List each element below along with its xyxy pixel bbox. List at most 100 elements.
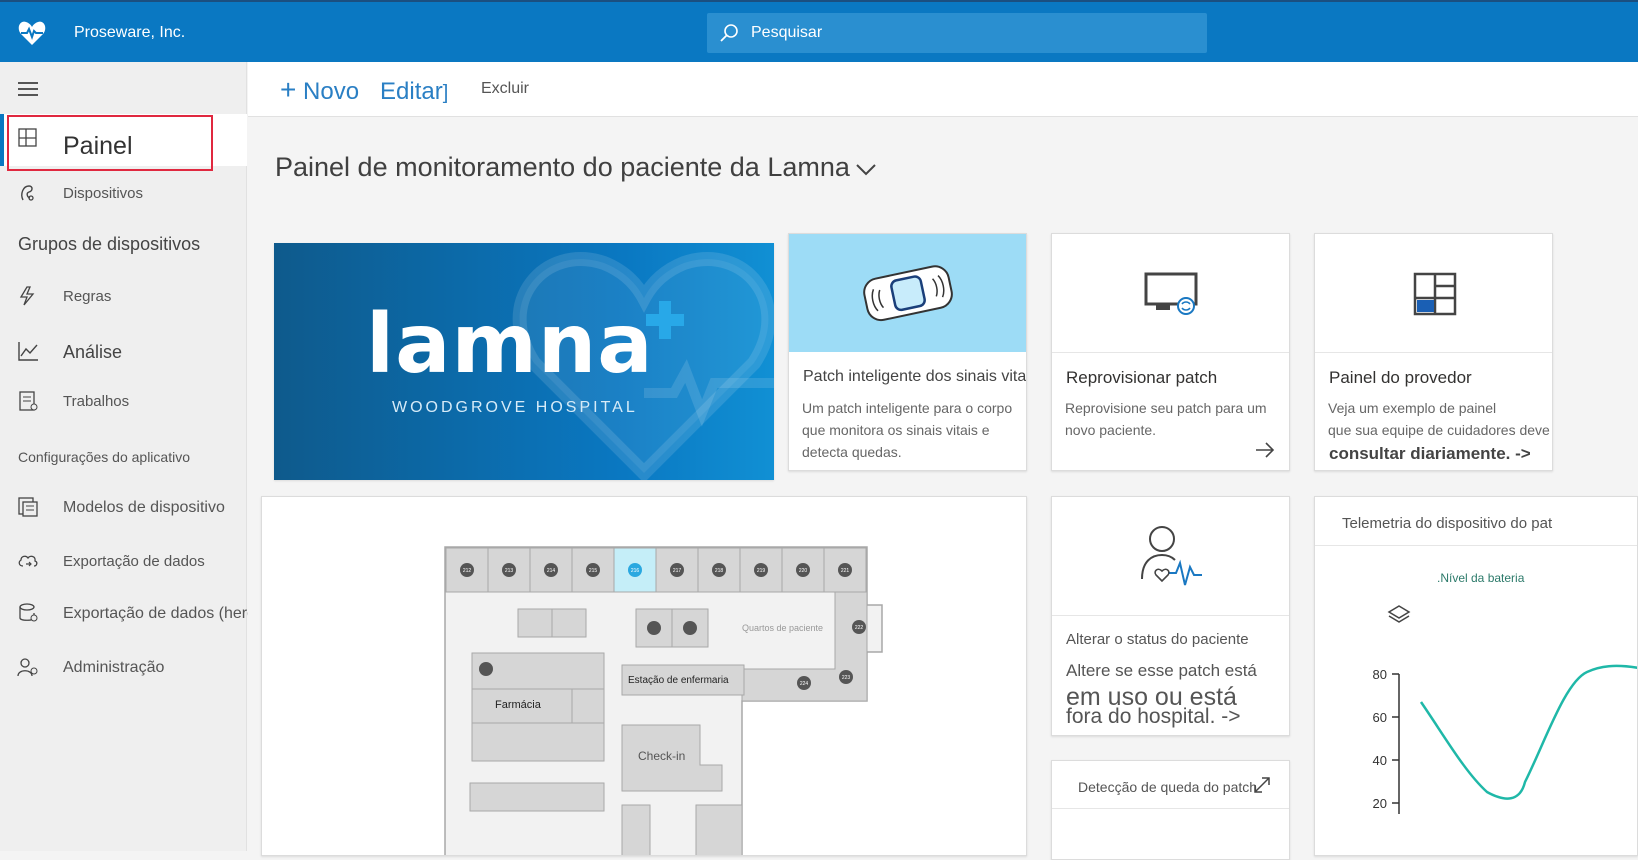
tile-divider: [1315, 352, 1552, 353]
top-bar: Proseware, Inc. Pesquisar: [0, 0, 1638, 62]
desc-line: que sua equipe de cuidadores deve: [1328, 422, 1550, 438]
section-device-groups[interactable]: Grupos de dispositivos: [18, 234, 200, 255]
reprovision-patch-tile[interactable]: Reprovisionar patch Reprovisione seu pat…: [1051, 233, 1290, 471]
room-number: 221: [841, 568, 850, 574]
room-cell: [695, 804, 743, 855]
lamna-logo-tile: lamna WOODGROVE HOSPITAL: [274, 243, 774, 480]
search-box[interactable]: Pesquisar: [707, 13, 1207, 53]
patch-tile-description: Um patch inteligente para o corpo que mo…: [802, 397, 1012, 463]
provider-tile-description: Veja um exemplo de painel que sua equipe…: [1328, 397, 1550, 441]
analytics-icon: [18, 342, 38, 361]
patient-heart-icon: [1141, 526, 1202, 586]
search-placeholder: Pesquisar: [751, 24, 823, 41]
desc-line: Um patch inteligente para o corpo: [802, 400, 1013, 416]
sidebar-item-regras[interactable]: Regras: [0, 276, 247, 316]
room-number: 224: [800, 681, 809, 687]
sidebar-item-analise[interactable]: Análise: [0, 332, 247, 372]
device-templates-icon: [18, 497, 38, 517]
label-checkin: Check-in: [638, 749, 686, 763]
tile-divider: [1052, 808, 1289, 809]
heart-pulse-logo-icon[interactable]: [18, 20, 46, 46]
chevron-down-icon: [856, 164, 877, 176]
delete-button[interactable]: Excluir: [481, 80, 529, 98]
data-export-legacy-icon: [19, 603, 38, 622]
telemetry-line-chart: 80 60 40 20: [1373, 664, 1637, 814]
telemetry-tile: Telemetria do dispositivo do pat .Nível …: [1314, 496, 1638, 856]
fall-detection-title: Detecção de queda do patch: [1078, 779, 1258, 795]
arrow-right-icon[interactable]: [1254, 442, 1276, 458]
tile-divider: [1052, 615, 1289, 616]
monitor-refresh-icon: [1144, 272, 1198, 315]
sidebar-item-exportacao[interactable]: Exportação de dados: [0, 542, 247, 582]
restroom-marker: [647, 621, 661, 635]
dashboard-title-dropdown[interactable]: Painel de monitoramento do paciente da L…: [275, 152, 877, 183]
hamburger-menu-icon[interactable]: [18, 82, 38, 96]
pencil-icon: ]: [442, 82, 449, 104]
patch-tile-title: Patch inteligente dos sinais vitais: [803, 368, 1027, 385]
plus-icon: +: [280, 74, 297, 105]
sidebar: Painel Dispositivos Grupos de dispositiv…: [0, 62, 288, 851]
reprovision-tile-title: Reprovisionar patch: [1066, 368, 1218, 387]
room-cell: [469, 782, 605, 812]
edit-button[interactable]: Editar]: [380, 78, 448, 106]
rules-icon: [19, 286, 35, 306]
room-number: 213: [505, 568, 514, 574]
layers-icon[interactable]: [1387, 603, 1411, 627]
new-button[interactable]: + Novo: [280, 74, 359, 106]
telemetry-series-label: .Nível da bateria: [1437, 571, 1525, 585]
expand-icon[interactable]: [1252, 775, 1272, 795]
command-bar: + Novo Editar] Excluir: [248, 62, 1638, 117]
room-cell: [571, 688, 605, 724]
patient-status-tile[interactable]: Alterar o status do paciente Altere se e…: [1051, 496, 1290, 736]
battery-level-line: [1419, 664, 1637, 800]
jobs-icon: [19, 391, 38, 411]
patient-status-link[interactable]: fora do hospital. ->: [1066, 705, 1241, 729]
sidebar-item-label: Análise: [63, 342, 123, 362]
desc-line: Veja um exemplo de painel: [1328, 400, 1497, 416]
dashboard-title: Painel de monitoramento do paciente da L…: [275, 152, 850, 182]
restroom-marker: [479, 662, 493, 676]
sidebar-item-label: Regras: [63, 288, 112, 305]
desc-line: Reprovisione seu patch para um: [1065, 400, 1267, 416]
sidebar-item-trabalhos[interactable]: Trabalhos: [0, 382, 247, 422]
sidebar-item-modelos[interactable]: Modelos de dispositivo: [0, 488, 247, 528]
sidebar-item-administracao[interactable]: Administração: [0, 648, 247, 688]
label-quartos: Quartos de paciente: [742, 623, 824, 633]
room-number: 216: [631, 568, 640, 574]
section-app-settings[interactable]: Configurações do aplicativo: [18, 449, 190, 465]
room-cell: [517, 608, 553, 638]
lamna-brand-text: lamna: [366, 297, 654, 392]
fall-detection-tile[interactable]: Detecção de queda do patch: [1051, 760, 1290, 860]
data-export-icon: [18, 555, 38, 567]
room-number: 214: [547, 568, 556, 574]
sidebar-item-label: Exportação de dados: [63, 553, 205, 570]
provider-dashboard-tile[interactable]: Painel do provedor Veja um exemplo de pa…: [1314, 233, 1553, 471]
reprovision-tile-description: Reprovisione seu patch para um novo paci…: [1065, 397, 1267, 441]
sidebar-item-dispositivos[interactable]: Dispositivos: [0, 174, 247, 212]
room-number: 219: [757, 568, 766, 574]
room-number: 223: [842, 675, 851, 681]
room-number: 220: [799, 568, 808, 574]
room-cell: [551, 608, 587, 638]
restroom-marker: [683, 621, 697, 635]
smart-patch-tile[interactable]: Patch inteligente dos sinais vitais Um p…: [788, 233, 1027, 471]
room-cell: [471, 722, 605, 762]
y-tick-label: 80: [1373, 667, 1387, 682]
tile-divider: [1052, 352, 1289, 353]
desc-line: que monitora os sinais vitais e: [802, 422, 990, 438]
telemetry-title: Telemetria do dispositivo do pat: [1342, 515, 1553, 532]
patch-image-area: [789, 234, 1026, 352]
highlight-box: [7, 115, 213, 171]
sidebar-item-label: Trabalhos: [63, 393, 130, 410]
room-number: 217: [673, 568, 682, 574]
sidebar-item-label: Modelos de dispositivo: [63, 499, 225, 516]
room-number: 218: [715, 568, 724, 574]
administration-icon: [17, 658, 38, 677]
label-estacao: Estação de enfermaria: [628, 675, 729, 686]
y-tick-label: 40: [1373, 753, 1387, 768]
devices-icon: [21, 185, 34, 201]
provider-tile-link[interactable]: consultar diariamente. ->: [1329, 444, 1531, 464]
room-number: 215: [589, 568, 598, 574]
room-number: 222: [855, 625, 864, 631]
label-farmacia: Farmácia: [495, 699, 541, 711]
